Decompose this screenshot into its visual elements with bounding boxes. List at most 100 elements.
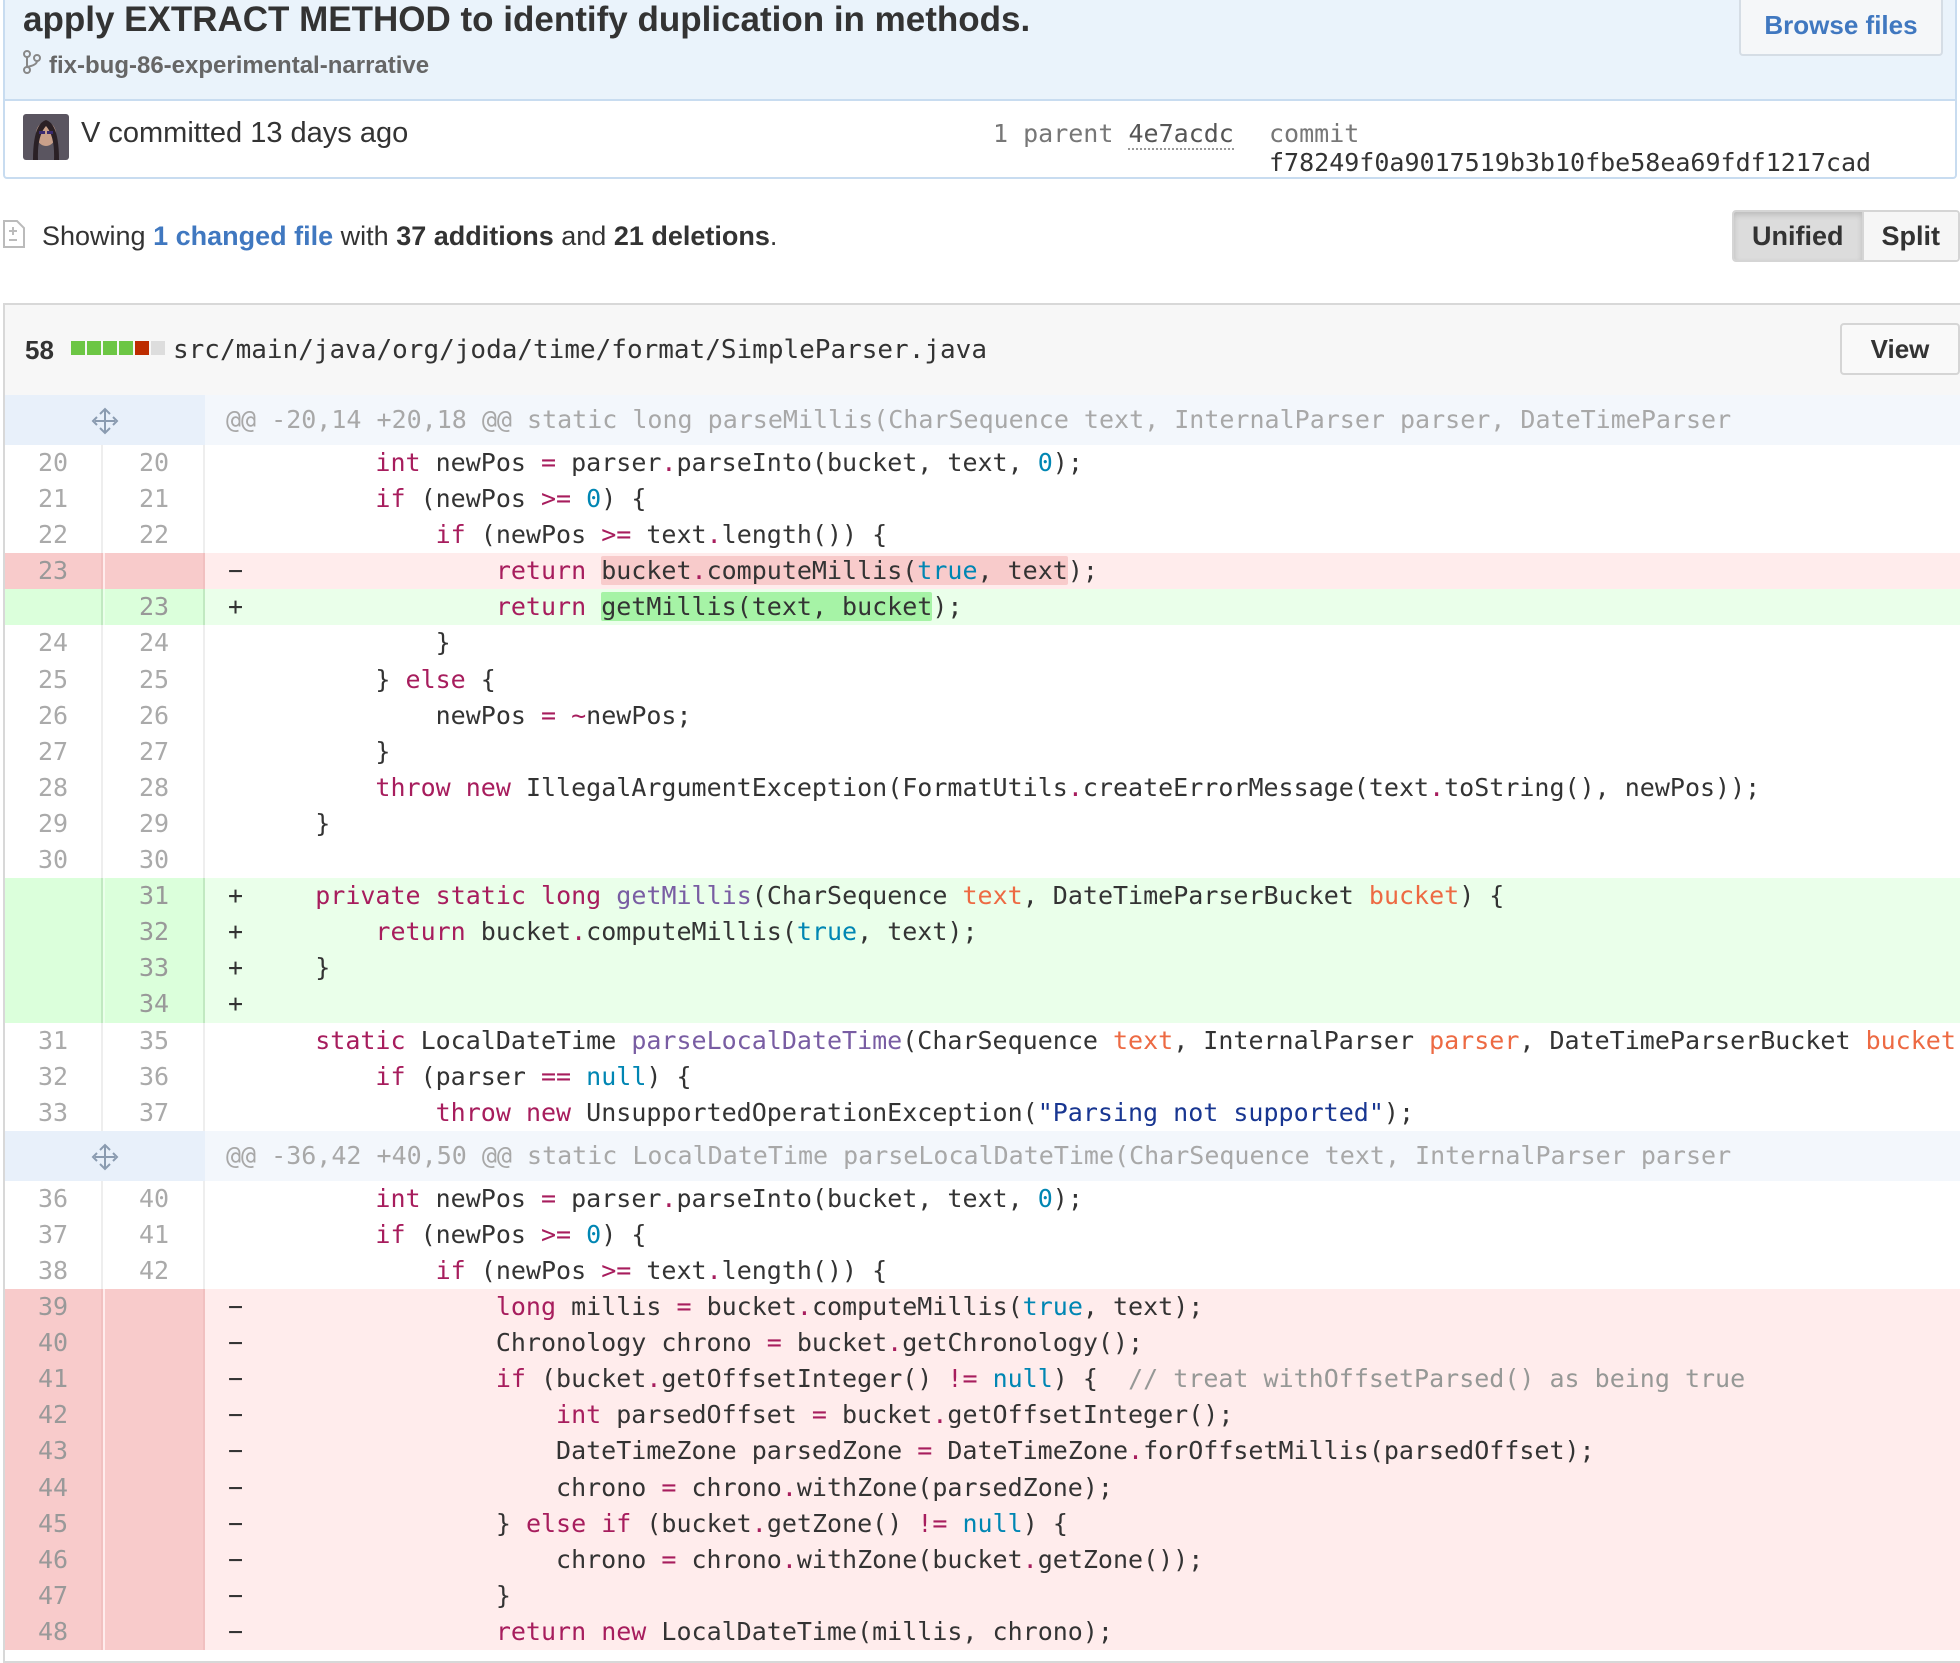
new-line-number[interactable] <box>105 1469 205 1506</box>
new-line-number[interactable] <box>105 1397 205 1434</box>
avatar[interactable] <box>23 114 69 160</box>
old-line-number[interactable]: 46 <box>5 1541 103 1578</box>
expand-lines-button[interactable] <box>5 1130 205 1181</box>
new-line-number[interactable]: 41 <box>105 1216 205 1253</box>
hunk-header-text: @@ -36,42 +40,50 @@ static LocalDateTime… <box>226 1140 1732 1170</box>
old-line-number[interactable]: 24 <box>5 625 103 662</box>
new-line-number[interactable]: 40 <box>105 1180 205 1217</box>
new-line-number[interactable] <box>105 1361 205 1398</box>
unified-button[interactable]: Unified <box>1734 212 1862 260</box>
diff-line-addition: 23 + return getMillis(text, bucket); <box>5 589 1960 626</box>
split-button[interactable]: Split <box>1861 212 1958 260</box>
new-line-number[interactable] <box>105 1505 205 1542</box>
new-line-number[interactable]: 32 <box>105 914 205 951</box>
new-line-number[interactable] <box>105 1433 205 1470</box>
old-line-number[interactable]: 45 <box>5 1505 103 1542</box>
new-line-number[interactable]: 20 <box>105 445 205 482</box>
diff-line-deletion: 40 − Chronology chrono = bucket.getChrono… <box>5 1325 1960 1362</box>
diff-view-toggle: Unified Split <box>1732 210 1960 262</box>
new-line-number[interactable] <box>105 1613 205 1650</box>
commit-title-area: apply EXTRACT METHOD to identify duplica… <box>5 0 1955 101</box>
old-line-number[interactable]: 47 <box>5 1577 103 1614</box>
diff-stat-block <box>87 341 101 355</box>
old-line-number[interactable]: 25 <box>5 661 103 698</box>
old-line-number[interactable]: 22 <box>5 517 103 554</box>
new-line-number[interactable]: 31 <box>105 878 205 915</box>
old-line-number[interactable]: 30 <box>5 842 103 879</box>
old-line-number[interactable] <box>5 914 103 951</box>
old-line-number[interactable]: 23 <box>5 553 103 590</box>
old-line-number[interactable]: 41 <box>5 1361 103 1398</box>
branch-info: fix-bug-86-experimental-narrative <box>23 50 429 81</box>
diff-line-addition: 31 + private static long getMillis(CharSe… <box>5 878 1960 915</box>
old-line-number[interactable]: 27 <box>5 733 103 770</box>
parent-sha-link[interactable]: 4e7acdc <box>1128 119 1234 150</box>
new-line-number[interactable] <box>105 1541 205 1578</box>
old-line-number[interactable]: 21 <box>5 481 103 518</box>
changed-files-link[interactable]: 1 changed file <box>153 221 333 251</box>
additions-count: 37 additions <box>396 221 554 251</box>
new-line-number[interactable]: 26 <box>105 697 205 734</box>
old-line-number[interactable]: 48 <box>5 1613 103 1650</box>
new-line-number[interactable]: 30 <box>105 842 205 879</box>
diff-sign: − <box>228 1436 244 1466</box>
old-line-number[interactable]: 37 <box>5 1216 103 1253</box>
browse-files-button[interactable]: Browse files <box>1739 0 1943 56</box>
old-line-number[interactable]: 42 <box>5 1397 103 1434</box>
new-line-number[interactable] <box>105 1577 205 1614</box>
old-line-number[interactable]: 33 <box>5 1094 103 1131</box>
expand-lines-button[interactable] <box>5 395 205 445</box>
code-text: newPos = ~newPos; <box>255 700 692 730</box>
new-line-number[interactable]: 27 <box>105 733 205 770</box>
view-file-button[interactable]: View <box>1840 323 1960 375</box>
old-line-number[interactable]: 31 <box>5 1022 103 1059</box>
old-line-number[interactable]: 29 <box>5 805 103 843</box>
diff-line-addition: 34 + <box>5 986 1960 1023</box>
diff-line-deletion: 39 − long millis = bucket.computeMillis(t… <box>5 1289 1960 1326</box>
old-line-number[interactable]: 20 <box>5 445 103 482</box>
diff-line-context: 29 29 } <box>5 805 1960 843</box>
new-line-number[interactable]: 35 <box>105 1022 205 1059</box>
diff-line-context: 21 21 if (newPos >= 0) { <box>5 481 1960 518</box>
old-line-number[interactable]: 39 <box>5 1289 103 1326</box>
new-line-number[interactable]: 24 <box>105 625 205 662</box>
old-line-number[interactable]: 32 <box>5 1058 103 1095</box>
new-line-number[interactable]: 25 <box>105 661 205 698</box>
new-line-number[interactable]: 34 <box>105 986 205 1023</box>
new-line-number[interactable]: 29 <box>105 805 205 843</box>
old-line-number[interactable] <box>5 878 103 915</box>
code-text: } <box>255 808 331 838</box>
new-line-number[interactable] <box>105 1289 205 1326</box>
new-line-number[interactable]: 23 <box>105 589 205 626</box>
diff-summary: Showing 1 changed file with 37 additions… <box>0 215 1960 265</box>
code-text: int parsedOffset = bucket.getOffsetInteg… <box>556 1400 1234 1430</box>
old-line-number[interactable]: 40 <box>5 1325 103 1362</box>
new-line-number[interactable]: 28 <box>105 769 205 806</box>
old-line-number[interactable] <box>5 589 103 626</box>
old-line-number[interactable]: 38 <box>5 1252 103 1290</box>
old-line-number[interactable] <box>5 950 103 987</box>
code-text: if (newPos >= 0) { <box>375 484 647 514</box>
new-line-number[interactable]: 33 <box>105 950 205 987</box>
old-line-number[interactable]: 26 <box>5 697 103 734</box>
new-line-number[interactable]: 36 <box>105 1058 205 1095</box>
new-line-number[interactable]: 37 <box>105 1094 205 1131</box>
new-line-number[interactable]: 42 <box>105 1252 205 1290</box>
old-line-number[interactable] <box>5 986 103 1023</box>
code-text: static LocalDateTime parseLocalDateTime(… <box>315 1025 1960 1055</box>
showing-label: Showing <box>42 221 146 251</box>
code-text: return getMillis(text, bucket); <box>495 592 963 622</box>
new-line-number[interactable]: 22 <box>105 517 205 554</box>
old-line-number[interactable]: 43 <box>5 1433 103 1470</box>
old-line-number[interactable]: 28 <box>5 769 103 806</box>
diff-line-addition: 32 + return bucket.computeMillis(true, te… <box>5 914 1960 951</box>
old-line-number[interactable]: 44 <box>5 1469 103 1506</box>
new-line-number[interactable] <box>105 553 205 590</box>
diff-sign: − <box>228 1580 244 1610</box>
branch-name[interactable]: fix-bug-86-experimental-narrative <box>49 52 429 80</box>
diff-line-deletion: 23 − return bucket.computeMillis(true, te… <box>5 553 1960 590</box>
file-path[interactable]: src/main/java/org/joda/time/format/Simpl… <box>173 335 987 365</box>
new-line-number[interactable] <box>105 1325 205 1362</box>
old-line-number[interactable]: 36 <box>5 1180 103 1217</box>
new-line-number[interactable]: 21 <box>105 481 205 518</box>
